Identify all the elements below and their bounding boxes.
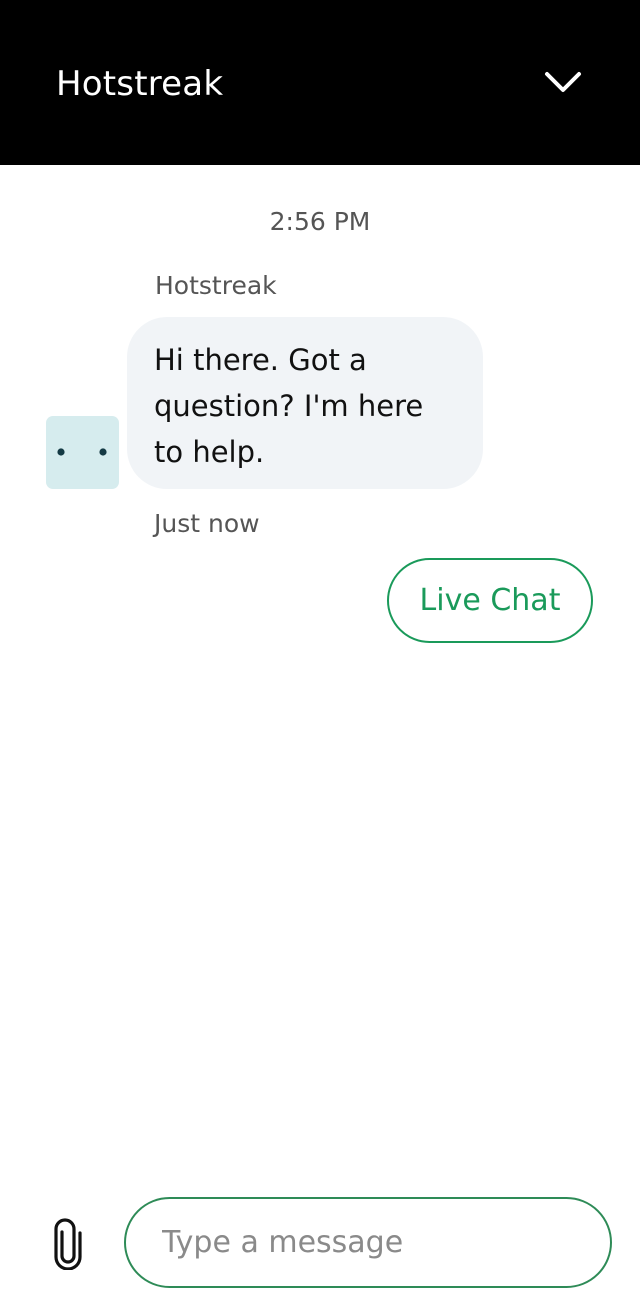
bot-face-icon (57, 448, 107, 456)
chat-widget: Hotstreak 2:56 PM Hotstreak Hi there. Go… (0, 0, 640, 1316)
message-sender: Hotstreak (155, 271, 277, 300)
collapse-button[interactable] (540, 60, 586, 104)
message-composer (124, 1197, 612, 1288)
message-bubble: Hi there. Got a question? I'm here to he… (127, 317, 483, 489)
paperclip-icon (54, 1218, 82, 1271)
chevron-down-icon (545, 72, 581, 92)
attach-button[interactable] (48, 1218, 88, 1271)
bot-avatar (46, 416, 119, 489)
message-input[interactable] (162, 1199, 582, 1286)
live-chat-button[interactable]: Live Chat (387, 558, 593, 643)
header-title: Hotstreak (56, 64, 224, 104)
message-time: Just now (154, 509, 260, 538)
conversation-timestamp: 2:56 PM (269, 207, 371, 236)
chat-header: Hotstreak (0, 0, 640, 165)
